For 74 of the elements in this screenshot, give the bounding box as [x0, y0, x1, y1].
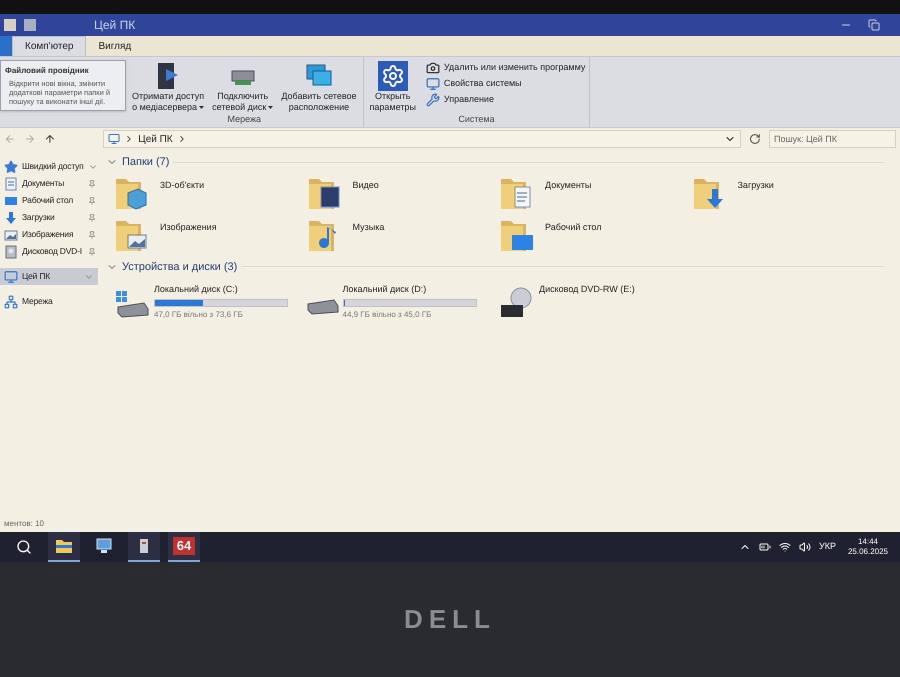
- group-label: Система: [457, 113, 496, 126]
- tooltip-title: Файловий провідник: [5, 65, 90, 77]
- nav-item[interactable]: Документы: [0, 175, 98, 192]
- clock[interactable]: 14:44 25.06.2025: [844, 537, 892, 557]
- app-icon: [4, 19, 16, 31]
- volume-icon[interactable]: [798, 541, 811, 553]
- taskbar-app[interactable]: [128, 532, 160, 562]
- download-arrow-icon: [4, 210, 18, 224]
- address-path[interactable]: Цей ПК: [138, 132, 173, 146]
- ribbon-small-button[interactable]: Управление: [426, 93, 586, 107]
- computer-icon: [4, 270, 18, 284]
- free-space-text: 47,0 ГБ вільно з 73,6 ГБ: [154, 308, 244, 320]
- taskbar-app[interactable]: 64: [168, 532, 200, 562]
- nav-item[interactable]: Швидкий доступ: [0, 158, 98, 175]
- computer-icon: [426, 77, 440, 91]
- network-icon: [4, 294, 18, 308]
- hard-drive-icon: [306, 299, 338, 315]
- ribbon-small-button[interactable]: Удалить или изменить программу: [426, 61, 586, 75]
- search-icon[interactable]: [16, 539, 32, 555]
- pin-icon[interactable]: [88, 180, 96, 188]
- ribbon-button[interactable]: Открыть параметры: [368, 61, 418, 113]
- ribbon-tab[interactable]: Комп'ютер: [12, 36, 86, 56]
- logo-text: DELL: [404, 603, 496, 636]
- language-indicator[interactable]: УКР: [818, 540, 836, 554]
- group-label: Мережа: [226, 113, 262, 126]
- computer-icon: [108, 133, 120, 145]
- pin-icon[interactable]: [88, 230, 96, 238]
- disc-drive-icon: [4, 244, 18, 258]
- star-icon: [4, 160, 18, 174]
- nav-item[interactable]: Дисковод DVD-I: [0, 243, 98, 260]
- folder-item[interactable]: Видео: [306, 174, 499, 212]
- free-space-text: 44,9 ГБ вільно з 45,0 ГБ: [342, 308, 432, 320]
- ribbon-button[interactable]: Добавить сетевое расположение: [279, 61, 359, 113]
- computer-network-icon: [95, 538, 113, 554]
- document-icon: [4, 176, 18, 190]
- search-field[interactable]: Пошук: Цей ПК: [768, 130, 896, 148]
- folder-item[interactable]: Изображения: [114, 216, 306, 254]
- pin-icon[interactable]: [88, 196, 96, 204]
- address-field[interactable]: Цей ПК: [103, 130, 742, 148]
- drive-item[interactable]: Локальний диск (D:) 44,9 ГБ вільно з 45,0 ГБ: [306, 279, 499, 319]
- drive-item[interactable]: Дисковод DVD-RW (E:): [499, 279, 692, 319]
- ribbon-button[interactable]: Отримати доступ о медіасервера: [130, 61, 206, 113]
- settings-icon: [378, 61, 408, 91]
- nav-item[interactable]: Загрузки: [0, 209, 98, 226]
- folder-icon: [55, 538, 73, 554]
- camera-icon: [426, 61, 440, 75]
- refresh-icon[interactable]: [749, 133, 761, 145]
- drive-item[interactable]: Локальний диск (C:) 47,0 ГБ вільно з 73,6 ГБ: [114, 279, 306, 319]
- section-header: Папки (7): [122, 155, 170, 170]
- ribbon-small-button[interactable]: Свойства системы: [426, 77, 586, 91]
- quick-access-icon: [24, 19, 36, 31]
- folder-item[interactable]: Загрузки: [692, 174, 884, 212]
- picture-icon: [4, 228, 18, 242]
- nav-item[interactable]: Рабочий стол: [0, 192, 98, 209]
- nav-item[interactable]: Изображения: [0, 226, 98, 243]
- folder-item[interactable]: Музыка: [306, 216, 499, 254]
- pin-icon[interactable]: [88, 248, 96, 256]
- ribbon-button[interactable]: Подключить сетевой диск: [210, 61, 276, 113]
- ribbon-tab[interactable]: Вигляд: [86, 36, 144, 56]
- battery-icon[interactable]: [758, 541, 771, 553]
- restore-icon[interactable]: [868, 19, 880, 31]
- pin-icon[interactable]: [88, 214, 96, 222]
- wrench-icon: [426, 93, 440, 107]
- nav-item[interactable]: Цей ПК: [0, 268, 98, 285]
- app-icon: 64: [172, 537, 196, 555]
- taskbar-app[interactable]: [48, 532, 80, 562]
- nav-item[interactable]: Мережа: [0, 293, 98, 310]
- up-icon[interactable]: [44, 133, 56, 145]
- window-title: Цей ПК: [94, 17, 136, 34]
- folder-item[interactable]: Рабочий стол: [499, 216, 692, 254]
- folder-item[interactable]: 3D-об'єкти: [114, 174, 306, 212]
- section-header: Устройства и диски (3): [122, 260, 238, 274]
- folder-item[interactable]: Документы: [499, 174, 692, 212]
- status-text: ментов: 10: [4, 518, 44, 530]
